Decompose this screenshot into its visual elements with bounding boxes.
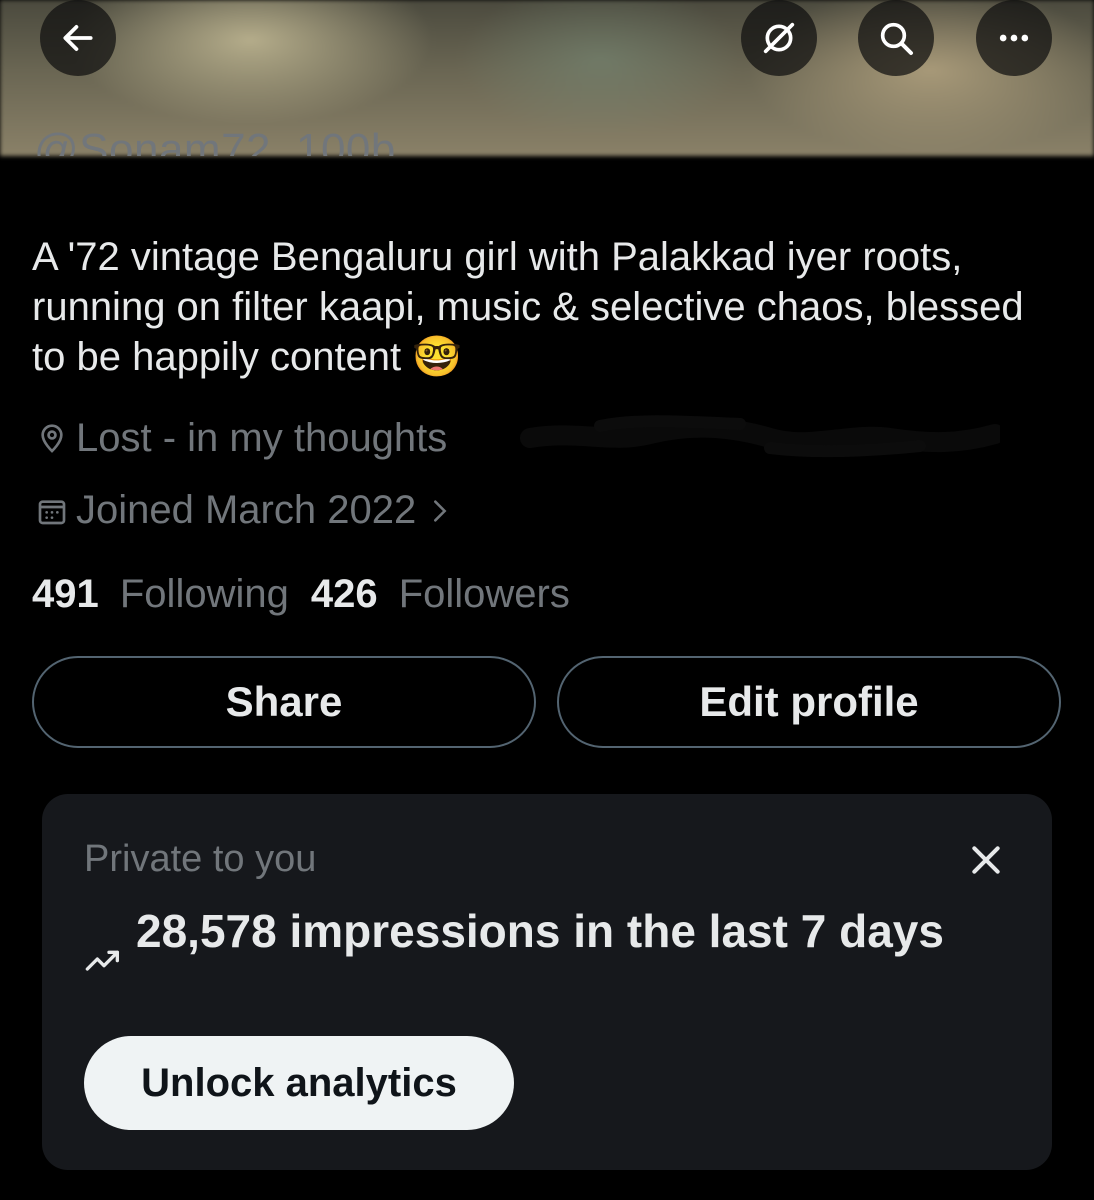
share-button[interactable]: Share: [32, 656, 536, 748]
calendar-icon: [38, 499, 66, 524]
chevron-right-icon: [434, 499, 447, 522]
bio-text: A '72 vintage Bengaluru girl with Palakk…: [32, 235, 1024, 379]
redaction-scribble: [520, 415, 1000, 458]
trending-up-icon: [85, 950, 120, 971]
profile-location: Lost - in my thoughts: [32, 416, 447, 461]
followers-count: 426: [310, 572, 378, 616]
following-count: 491: [32, 572, 99, 616]
nerd-face-emoji: 🤓: [412, 334, 463, 380]
profile-handle: @Sonam72_100b: [34, 125, 396, 156]
analytics-card: Private to you 28,578 impressions in the…: [42, 794, 1052, 1170]
joined-text: Joined March 2022: [76, 488, 417, 532]
followers-label: Followers: [398, 572, 570, 616]
location-pin-icon: [41, 423, 63, 453]
profile-bio: A '72 vintage Bengaluru girl with Palakk…: [32, 232, 1032, 382]
more-horizontal-icon: [999, 34, 1029, 42]
grok-button[interactable]: [741, 0, 817, 76]
following-label: Following: [119, 572, 289, 616]
close-button[interactable]: [966, 840, 1006, 880]
private-label: Private to you: [84, 838, 317, 880]
follow-stats: 491 Following 426 Followers: [32, 572, 570, 617]
back-button[interactable]: [40, 0, 116, 76]
grok-icon: [763, 22, 795, 54]
search-icon: [880, 22, 913, 55]
arrow-left-icon: [63, 25, 93, 51]
more-button[interactable]: [976, 0, 1052, 76]
search-button[interactable]: [858, 0, 934, 76]
edit-profile-button[interactable]: Edit profile: [557, 656, 1061, 748]
unlock-analytics-button[interactable]: Unlock analytics: [84, 1036, 514, 1130]
following-link[interactable]: 491 Following: [32, 572, 289, 617]
location-text: Lost - in my thoughts: [76, 416, 448, 460]
close-icon: [972, 846, 1000, 874]
followers-link[interactable]: 426 Followers: [311, 572, 570, 617]
profile-joined[interactable]: Joined March 2022: [32, 488, 454, 533]
impressions-headline: 28,578 impressions in the last 7 days: [136, 905, 944, 957]
